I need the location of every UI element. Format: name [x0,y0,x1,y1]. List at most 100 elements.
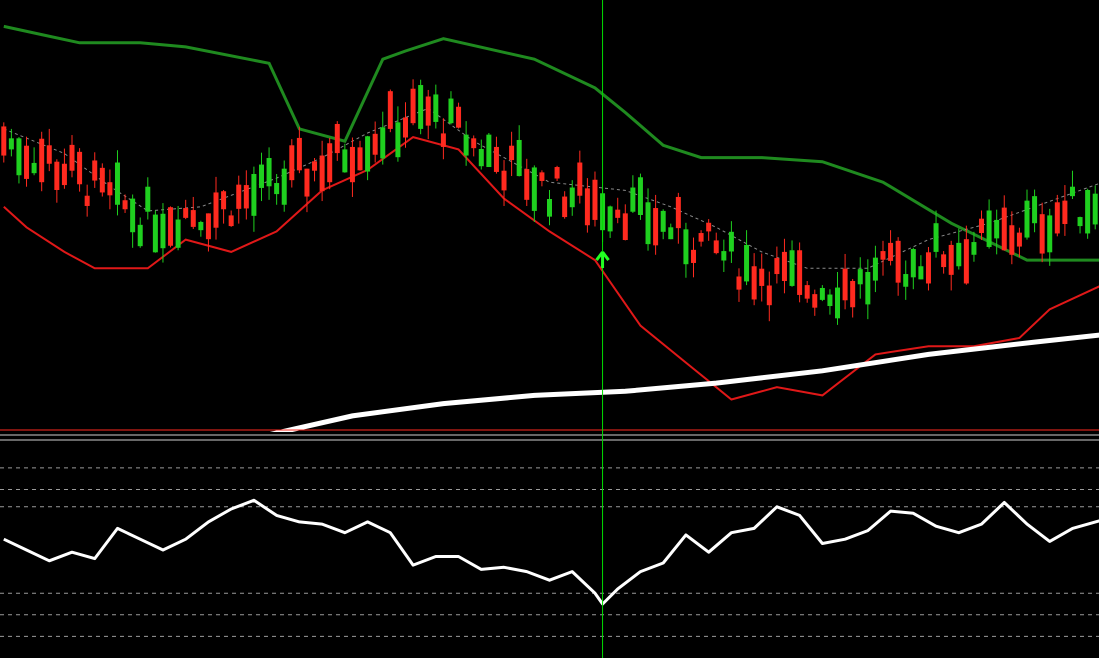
chart-canvas [0,0,1099,658]
candle-body [516,139,522,177]
candle-body [615,209,621,218]
candle-body [433,94,439,122]
candle-body [16,138,22,176]
candle-body [1092,193,1098,225]
candle-body [175,219,181,248]
candle-body [547,199,552,217]
candle-body [721,251,727,261]
candle-body [781,251,787,282]
candle-body [54,161,60,190]
candle-body [372,133,378,155]
candle-body [577,162,583,196]
candle-body [660,210,666,232]
candle-body [107,182,113,196]
candle-body [842,268,848,301]
candle-body [607,206,613,232]
candle-body [857,269,863,285]
candle-body [1047,215,1053,253]
candle-body [266,158,272,187]
candle-body [562,196,568,218]
candle-body [440,133,446,147]
candle-body [251,174,257,216]
candle-body [99,167,105,193]
candle-body [630,187,636,212]
candle-body [865,271,871,305]
candle-body [8,138,14,150]
oscillator-line [3,498,1099,606]
oscillator-panel [0,467,1099,637]
candle-body [713,240,719,254]
candle-body [205,213,211,240]
candle-body [342,149,348,173]
candle-body [274,183,280,195]
candle-body [759,268,765,286]
candle-body [554,167,560,179]
candle-body [1069,186,1075,197]
candle-body [77,151,83,185]
candle-body [827,294,833,307]
candle-body [1,126,7,156]
candle-body [918,266,924,280]
candle-body [213,192,219,228]
candle-body [1016,232,1022,247]
candle-body [994,219,1000,239]
candle-body [334,123,340,154]
candle-body [645,202,651,245]
candle-body [478,148,484,167]
candle-body [243,185,249,209]
candle-body [850,281,856,308]
long-ma-line [259,332,1099,439]
candle-body [592,179,598,220]
candle-body [706,222,712,232]
candle-body [804,285,810,299]
candle-body [380,127,386,159]
candle-body [61,163,67,186]
candle-body [152,214,158,253]
candle-body [728,231,734,252]
candle-body [168,207,174,246]
candle-body [766,285,772,306]
candle-body [31,162,37,174]
candle-body [39,138,45,183]
candle-body [357,147,363,171]
candle-body [402,117,408,138]
candle-body [1054,202,1060,234]
candle-body [751,266,757,300]
candle-body [501,170,507,191]
candle-body [812,294,818,308]
candle-body [622,213,628,241]
candle-body [418,85,424,129]
candle-body [956,242,962,267]
candle-body [789,250,795,286]
candle-body [903,274,909,287]
candle-body [258,164,264,188]
candle-body [365,136,371,172]
candle-body [327,143,333,183]
candle-body [349,146,355,183]
candle-body [971,242,977,255]
candle-body [872,257,878,281]
candle-body [539,172,545,181]
candle-body [137,224,143,247]
candle-body [24,145,30,179]
candle-body [569,187,575,208]
candle-body [221,191,227,210]
candle-body [1024,200,1030,238]
lower-band-line [3,136,1099,401]
candle-body [183,208,189,218]
candle-body [471,138,477,149]
candle-body [46,145,52,164]
candle-body [387,91,393,129]
candle-body [130,198,136,233]
candle-body [312,161,318,171]
candle-body [463,134,469,156]
candle-body [637,177,643,215]
candle-body [236,184,242,209]
candle-body [1001,207,1007,251]
candle-body [1039,214,1045,254]
price-panel [1,24,1099,439]
candle-body [296,137,302,171]
candle-body [698,233,704,242]
candle-body [395,122,401,158]
candle-body [1085,189,1091,234]
